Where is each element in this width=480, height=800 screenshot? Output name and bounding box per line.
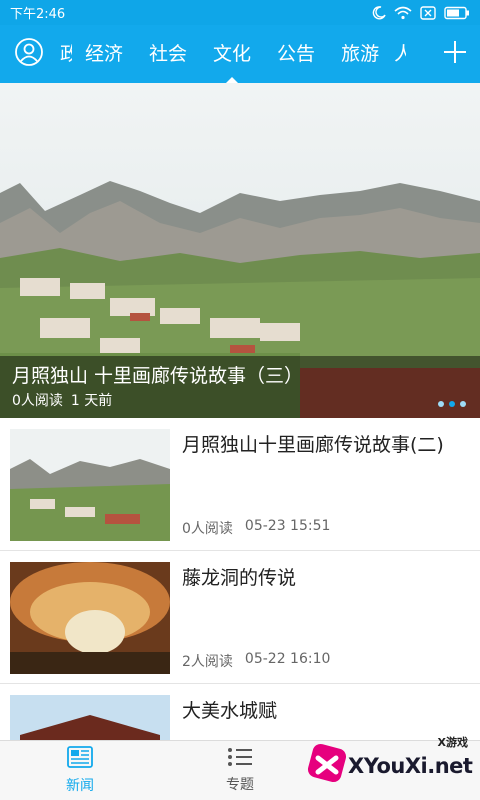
tab-politics[interactable]: 政 [58,25,72,83]
list-item[interactable]: 藤龙洞的传说 2人阅读 05-22 16:10 [0,551,480,684]
bottom-nav-topics-label: 专题 [226,777,254,793]
status-time: 下午2:46 [10,7,66,22]
news-read-count: 2人阅读 [182,654,233,670]
app-screen: 下午2:46 政 经济 社会 文化 公告 旅游 人 月照独山 十里画廊传说故事（… [0,0,480,800]
list-icon [227,747,253,771]
news-read-count: 0人阅读 [182,521,233,537]
tab-society[interactable]: 社会 [136,25,200,83]
news-title: 大美水城赋 [182,700,278,722]
watermark-text: XYouXi.net [348,754,473,778]
carousel-dots [438,401,466,407]
news-text: 月照独山十里画廊传说故事(二) 0人阅读 05-23 15:51 [170,429,470,540]
tab-tourism[interactable]: 旅游 [328,25,392,83]
tab-announcement[interactable]: 公告 [264,25,328,83]
plus-icon [443,40,467,68]
user-icon [14,37,44,71]
hero-read-count: 0人阅读 [12,393,63,409]
tab-economy[interactable]: 经济 [72,25,136,83]
category-tabs: 政 经济 社会 文化 公告 旅游 人 [58,25,430,83]
tab-people[interactable]: 人 [392,25,406,83]
tab-culture[interactable]: 文化 [200,25,264,83]
news-meta: 2人阅读 05-22 16:10 [182,651,330,671]
news-meta: 0人阅读 05-23 15:51 [182,518,330,538]
carousel-dot-active [449,401,455,407]
hero-time: 1 天前 [70,393,113,409]
news-time: 05-22 16:10 [244,651,331,667]
wifi-icon [394,6,412,20]
moon-icon [372,5,386,20]
news-text: 藤龙洞的传说 2人阅读 05-22 16:10 [170,562,470,673]
bottom-nav-topics[interactable]: 专题 [160,741,320,800]
news-title: 月照独山十里画廊传说故事(二) [182,434,444,456]
hero-meta: 0人阅读 1 天前 [12,390,468,412]
carousel-dot [460,401,466,407]
news-icon [67,746,93,772]
bottom-nav-news[interactable]: 新闻 [0,741,160,800]
news-thumbnail [10,429,170,541]
list-item[interactable]: 月照独山十里画廊传说故事(二) 0人阅读 05-23 15:51 [0,418,480,551]
watermark-logo-icon [307,743,347,783]
watermark-small-text: X游戏 [437,736,468,749]
news-thumbnail [10,562,170,674]
no-sim-icon [420,5,436,20]
bottom-nav-news-label: 新闻 [66,778,94,794]
carousel-dot [438,401,444,407]
user-profile-button[interactable] [0,25,58,83]
status-icons [372,5,470,20]
top-nav: 政 经济 社会 文化 公告 旅游 人 [0,25,480,83]
hero-title: 月照独山 十里画廊传说故事（三） [12,365,304,387]
news-time: 05-23 15:51 [244,518,331,534]
watermark: X游戏 XYouXi.net [304,732,474,792]
news-title: 藤龙洞的传说 [182,567,297,589]
hero-caption: 月照独山 十里画廊传说故事（三） 0人阅读 1 天前 [0,356,480,418]
add-tab-button[interactable] [430,25,480,83]
battery-icon [444,6,470,20]
status-bar: 下午2:46 [0,0,480,25]
hero-banner[interactable]: 月照独山 十里画廊传说故事（三） 0人阅读 1 天前 [0,83,480,418]
